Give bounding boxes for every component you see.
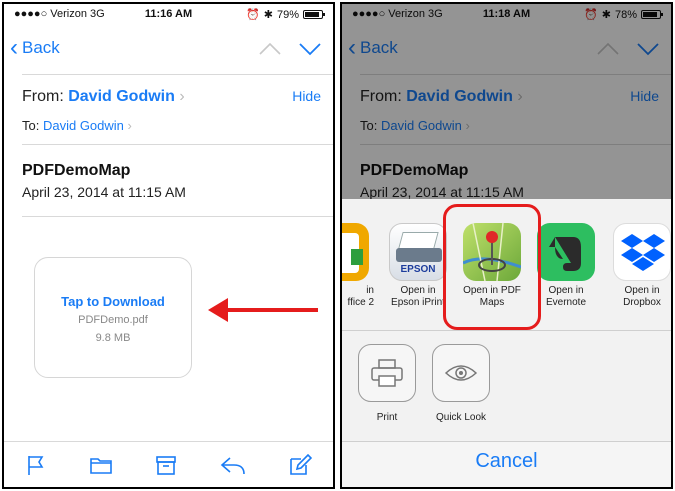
status-bar: ●●●●○ Verizon 3G 11:16 AM ⏰ ✱ 79% [4, 4, 333, 24]
quick-look-label: Quick Look [435, 412, 487, 423]
dropbox-icon [613, 223, 671, 281]
office-app-icon [342, 223, 369, 281]
share-app-label: Open in Dropbox [623, 285, 661, 308]
next-message-icon[interactable] [299, 42, 321, 56]
phone-screen-right: ●●●●○ Verizon 3G 11:18 AM ⏰ ✱ 78% ‹ Back… [340, 2, 673, 489]
bottom-toolbar [4, 441, 333, 487]
highlight-box [443, 204, 541, 330]
red-arrow-icon [208, 298, 318, 322]
flag-icon[interactable] [25, 454, 47, 476]
epson-badge: EPSON [400, 264, 436, 275]
nav-bar: ‹ Back [4, 34, 333, 68]
divider [22, 216, 333, 217]
message-subject: PDFDemoMap [22, 162, 131, 179]
share-app-office[interactable]: in ffice 2 [342, 223, 378, 309]
tap-to-download-label: Tap to Download [61, 294, 165, 309]
eye-icon [432, 344, 490, 402]
chevron-left-icon: ‹ [10, 34, 18, 61]
attachment-filename: PDFDemo.pdf [78, 314, 148, 326]
evernote-elephant-icon [537, 223, 595, 281]
share-app-label: in ffice 2 [347, 285, 375, 308]
sender-name-link[interactable]: David Godwin [68, 88, 175, 105]
attachment-size: 9.8 MB [95, 332, 131, 344]
quick-look-action[interactable]: Quick Look [430, 344, 492, 423]
chevron-right-icon: › [123, 118, 132, 133]
to-label: To: [22, 118, 43, 133]
phone-screen-left: ●●●●○ Verizon 3G 11:16 AM ⏰ ✱ 79% ‹ Back… [2, 2, 335, 489]
battery-percent: 79% [276, 8, 299, 21]
share-actions-row: Print Quick Look [342, 332, 671, 427]
cancel-button[interactable]: Cancel [342, 450, 671, 473]
print-label: Print [376, 412, 398, 423]
chevron-right-icon: › [174, 88, 185, 105]
share-app-dropbox[interactable]: Open in Dropbox [604, 223, 671, 309]
from-label: From: [22, 88, 69, 105]
divider [22, 74, 333, 75]
message-date: April 23, 2014 at 11:15 AM [22, 184, 186, 200]
message-nav-arrows [259, 42, 321, 56]
recipient-name-link[interactable]: David Godwin [43, 118, 124, 133]
alarm-icon: ⏰ [246, 9, 260, 21]
cancel-row: Cancel [342, 441, 671, 487]
battery-icon [303, 10, 325, 19]
compose-icon[interactable] [288, 453, 312, 476]
back-label: Back [22, 38, 60, 57]
hide-link[interactable]: Hide [292, 88, 321, 104]
bluetooth-icon: ✱ [263, 9, 273, 21]
reply-icon[interactable] [220, 454, 246, 476]
attachment-tile[interactable]: Tap to Download PDFDemo.pdf 9.8 MB [34, 257, 192, 378]
to-line: To: David Godwin › [22, 118, 132, 133]
epson-printer-icon: EPSON [389, 223, 447, 281]
status-right: ⏰ ✱ 79% [246, 8, 325, 21]
previous-message-icon[interactable] [259, 42, 281, 56]
print-action[interactable]: Print [356, 344, 418, 423]
printer-icon [358, 344, 416, 402]
from-line: From: David Godwin › [22, 88, 185, 106]
folder-icon[interactable] [89, 454, 113, 476]
divider [22, 144, 333, 145]
back-button[interactable]: ‹ Back [10, 34, 60, 61]
archive-icon[interactable] [155, 454, 177, 476]
